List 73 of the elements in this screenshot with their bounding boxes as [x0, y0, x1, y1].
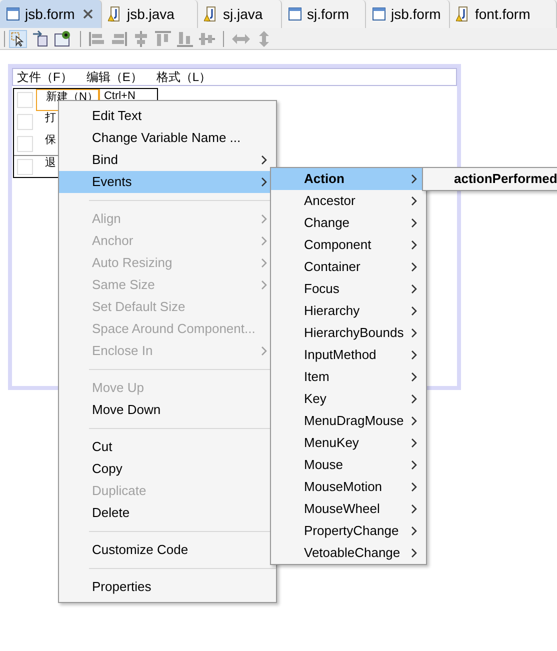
- menu-item[interactable]: Container: [271, 256, 426, 278]
- chevron-right-icon: [411, 482, 417, 492]
- menu-item[interactable]: Change: [271, 212, 426, 234]
- menu-item[interactable]: Mouse: [271, 454, 426, 476]
- editor-tab[interactable]: jsb.form: [0, 0, 102, 28]
- chevron-right-icon: [411, 196, 417, 206]
- menu-bar-item[interactable]: 文件（F）: [17, 68, 72, 86]
- align-top-icon[interactable]: [154, 30, 172, 48]
- chevron-right-icon: [411, 372, 417, 382]
- align-bottom-icon[interactable]: [176, 30, 194, 48]
- chevron-right-icon: [261, 258, 267, 268]
- menu-item[interactable]: VetoableChange: [271, 542, 426, 564]
- menu-item[interactable]: MenuDragMouse: [271, 410, 426, 432]
- chevron-right-icon: [411, 460, 417, 470]
- align-right-icon[interactable]: [110, 30, 128, 48]
- chevron-right-icon: [411, 240, 417, 250]
- chevron-right-icon: [411, 548, 417, 558]
- menu-bar-item[interactable]: 格式（L）: [156, 68, 212, 86]
- selection-tool-icon[interactable]: [9, 30, 27, 48]
- menu-item[interactable]: Item: [271, 366, 426, 388]
- menu-item[interactable]: Properties: [59, 576, 276, 598]
- align-left-icon[interactable]: [88, 30, 106, 48]
- menu-item[interactable]: Bind: [59, 149, 276, 171]
- editor-tab[interactable]: font.form: [450, 0, 557, 28]
- chevron-right-icon: [261, 280, 267, 290]
- preview-icon[interactable]: [53, 30, 73, 48]
- java-file-icon: [456, 6, 470, 22]
- window-file-icon: [6, 7, 20, 21]
- menu-item[interactable]: 保: [36, 133, 56, 155]
- chevron-right-icon: [411, 416, 417, 426]
- menu-item[interactable]: MenuKey: [271, 432, 426, 454]
- chevron-right-icon: [261, 346, 267, 356]
- chevron-right-icon: [411, 262, 417, 272]
- menu-item[interactable]: Focus: [271, 278, 426, 300]
- align-center-icon[interactable]: [132, 30, 150, 48]
- window-file-icon: [372, 7, 386, 21]
- close-icon[interactable]: [82, 9, 93, 19]
- chevron-right-icon: [411, 394, 417, 404]
- menu-item[interactable]: Ancestor: [271, 190, 426, 212]
- java-file-icon: [204, 6, 218, 22]
- chevron-right-icon: [411, 328, 417, 338]
- menu-item[interactable]: HierarchyBounds: [271, 322, 426, 344]
- chevron-right-icon: [261, 155, 267, 165]
- editor-tab[interactable]: sj.form: [282, 0, 366, 28]
- chevron-right-icon: [411, 174, 417, 184]
- chevron-right-icon: [261, 214, 267, 224]
- menu-item[interactable]: MouseMotion: [271, 476, 426, 498]
- editor-tab[interactable]: sj.java: [198, 0, 282, 28]
- chevron-right-icon: [411, 504, 417, 514]
- connection-tool-icon[interactable]: [31, 30, 49, 48]
- editor-tab[interactable]: jsb.form: [366, 0, 450, 28]
- chevron-right-icon: [411, 438, 417, 448]
- menu-bar-item[interactable]: 编辑（E）: [86, 68, 142, 86]
- menu-item[interactable]: Hierarchy: [271, 300, 426, 322]
- window-file-icon: [288, 7, 302, 21]
- menu-item[interactable]: MouseWheel: [271, 498, 426, 520]
- menu-item[interactable]: InputMethod: [271, 344, 426, 366]
- chevron-right-icon: [261, 236, 267, 246]
- chevron-right-icon: [411, 218, 417, 228]
- chevron-right-icon: [411, 350, 417, 360]
- java-file-icon: [108, 6, 122, 22]
- menu-item[interactable]: actionPerformed: [423, 168, 557, 190]
- menu-item[interactable]: 退: [36, 156, 56, 178]
- menu-item[interactable]: Change Variable Name ...: [59, 127, 276, 149]
- menu-item[interactable]: PropertyChange: [271, 520, 426, 542]
- editor-tab[interactable]: jsb.java: [102, 0, 198, 28]
- chevron-right-icon: [411, 284, 417, 294]
- chevron-right-icon: [411, 306, 417, 316]
- chevron-right-icon: [261, 177, 267, 187]
- menu-item[interactable]: Key: [271, 388, 426, 410]
- menu-item[interactable]: 打: [36, 111, 56, 133]
- menu-item[interactable]: Component: [271, 234, 426, 256]
- chevron-right-icon: [411, 526, 417, 536]
